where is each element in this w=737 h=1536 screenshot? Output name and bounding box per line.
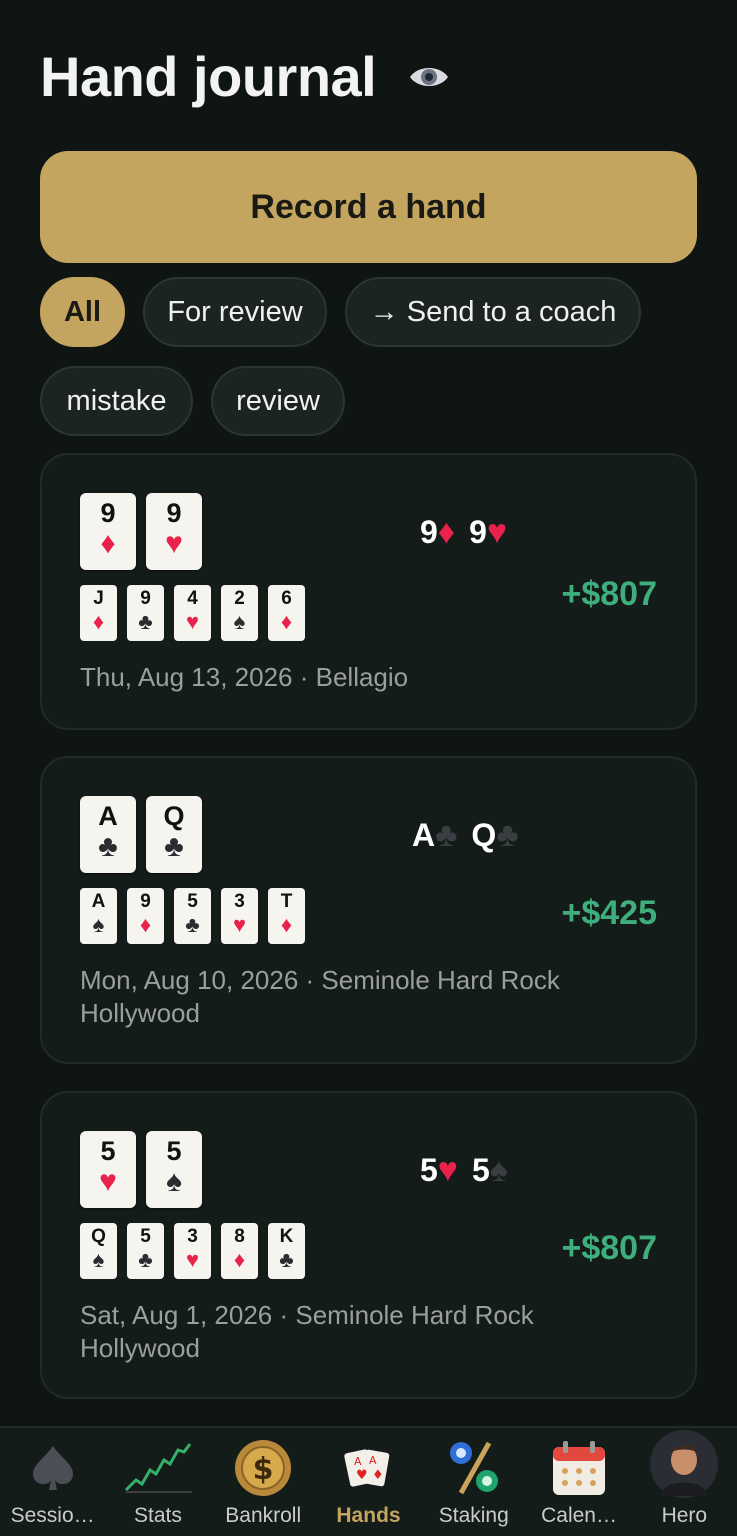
board-card: 5 ♣ <box>174 888 211 944</box>
board-cards: A ♠ 9 ♦ 5 ♣ 3 ♥ T ♦ <box>80 888 305 944</box>
board-card: 5 ♣ <box>127 1223 164 1279</box>
bottom-nav: Sessio… Stats $ Bankroll A A ♥ ♦ Hands Stak… <box>0 1426 737 1536</box>
filter-for-review[interactable]: For review <box>143 277 327 347</box>
record-hand-button[interactable]: Record a hand <box>40 151 697 263</box>
eye-icon[interactable] <box>408 63 450 91</box>
board-card: 9 ♦ <box>127 888 164 944</box>
board-cards: Q ♠ 5 ♣ 3 ♥ 8 ♦ K ♣ <box>80 1223 305 1279</box>
board-card: 3 ♥ <box>174 1223 211 1279</box>
playing-card: A ♣ <box>80 796 136 873</box>
playing-cards-icon: A A ♥ ♦ <box>338 1438 398 1498</box>
hand-meta: Thu, Aug 13, 2026 · Bellagio <box>80 662 409 692</box>
dollar-coin-icon: $ <box>233 1438 293 1498</box>
page-title: Hand journal <box>40 45 377 108</box>
avatar <box>650 1430 719 1498</box>
hand-meta: Mon, Aug 10, 2026 · Seminole Hard Rock H… <box>80 965 560 1028</box>
playing-card: 9 ♦ <box>80 493 136 570</box>
playing-card: Q ♣ <box>146 796 202 873</box>
board-card: T ♦ <box>268 888 305 944</box>
hole-cards: A ♣ Q ♣ <box>80 796 202 873</box>
header: Hand journal <box>40 44 450 109</box>
filter-review[interactable]: review <box>211 366 345 436</box>
board-card: J ♦ <box>80 585 117 641</box>
playing-card: 9 ♥ <box>146 493 202 570</box>
hand-card[interactable]: 5 ♥ 5 ♠ Q ♠ 5 ♣ 3 ♥ 8 ♦ K ♣ 5♥ 5♠ +$807 Sat, Au… <box>40 1091 697 1399</box>
profit-amount: +$807 <box>561 1229 658 1267</box>
percent-chips-icon <box>444 1438 504 1498</box>
filter-send-to-coach[interactable]: → Send to a coach <box>345 277 641 347</box>
hole-cards: 9 ♦ 9 ♥ <box>80 493 202 570</box>
nav-item-bankroll[interactable]: $ Bankroll <box>211 1428 316 1536</box>
playing-card: 5 ♥ <box>80 1131 136 1208</box>
hand-summary: A♣ Q♣ <box>412 816 519 854</box>
hand-card[interactable]: 9 ♦ 9 ♥ J ♦ 9 ♣ 4 ♥ 2 ♠ 6 ♦ 9♦ 9♥ +$807 Thu, Au… <box>40 453 697 730</box>
nav-item-sessions[interactable]: Sessio… <box>0 1428 105 1536</box>
svg-text:$: $ <box>253 1452 274 1487</box>
svg-text:♦: ♦ <box>372 1468 384 1483</box>
board-card: 9 ♣ <box>127 585 164 641</box>
filter-mistake[interactable]: mistake <box>40 366 193 436</box>
nav-item-stats[interactable]: Stats <box>105 1428 210 1536</box>
hand-summary: 5♥ 5♠ <box>420 1151 508 1189</box>
board-card: A ♠ <box>80 888 117 944</box>
nav-item-hands[interactable]: A A ♥ ♦ Hands <box>316 1428 421 1536</box>
board-cards: J ♦ 9 ♣ 4 ♥ 2 ♠ 6 ♦ <box>80 585 305 641</box>
hand-meta: Sat, Aug 1, 2026 · Seminole Hard Rock Ho… <box>80 1300 534 1363</box>
board-card: 8 ♦ <box>221 1223 258 1279</box>
spade-icon <box>23 1438 83 1498</box>
filter-all[interactable]: All <box>40 277 125 347</box>
hand-card[interactable]: A ♣ Q ♣ A ♠ 9 ♦ 5 ♣ 3 ♥ T ♦ A♣ Q♣ +$425 Mon, Au… <box>40 756 697 1064</box>
svg-text:A: A <box>354 1455 362 1468</box>
calendar-icon <box>549 1438 609 1498</box>
hole-cards: 5 ♥ 5 ♠ <box>80 1131 202 1208</box>
profit-amount: +$807 <box>561 575 658 613</box>
board-card: K ♣ <box>268 1223 305 1279</box>
hand-summary: 9♦ 9♥ <box>420 513 508 551</box>
svg-text:♥: ♥ <box>356 1468 368 1483</box>
nav-item-calendar[interactable]: Calen… <box>526 1428 631 1536</box>
profit-amount: +$425 <box>561 894 658 932</box>
board-card: Q ♠ <box>80 1223 117 1279</box>
board-card: 2 ♠ <box>221 585 258 641</box>
svg-text:A: A <box>369 1454 377 1467</box>
board-card: 3 ♥ <box>221 888 258 944</box>
board-card: 4 ♥ <box>174 585 211 641</box>
playing-card: 5 ♠ <box>146 1131 202 1208</box>
board-card: 6 ♦ <box>268 585 305 641</box>
chart-line-icon <box>122 1438 194 1498</box>
nav-item-staking[interactable]: Staking <box>421 1428 526 1536</box>
nav-item-hero[interactable]: Hero <box>632 1428 737 1536</box>
